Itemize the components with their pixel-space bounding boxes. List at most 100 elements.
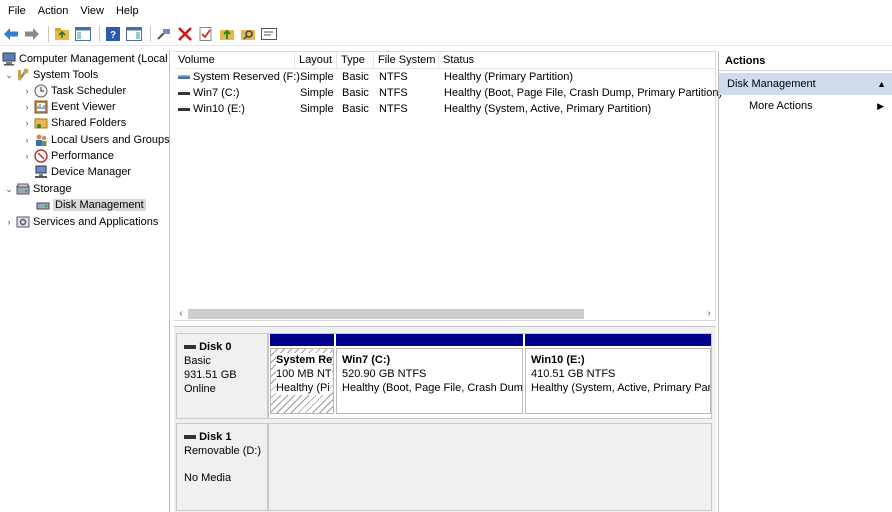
tree-item-local-users-groups[interactable]: › Local Users and Groups	[22, 132, 170, 148]
more-actions-label: More Actions	[749, 100, 813, 112]
partition-system-reserved[interactable]: System Re 100 MB NT Healthy (Pi	[270, 334, 334, 414]
chevron-right-icon[interactable]: ›	[22, 151, 32, 161]
chevron-right-icon[interactable]: ›	[22, 118, 32, 128]
table-row[interactable]: System Reserved (F:) Simple Basic NTFS H…	[174, 69, 716, 85]
disk-0-label[interactable]: Disk 0 Basic 931.51 GB Online	[176, 333, 268, 419]
chevron-right-icon[interactable]: ›	[4, 217, 14, 227]
event-viewer-icon	[34, 100, 48, 114]
collapse-up-icon[interactable]: ▲	[877, 73, 886, 95]
table-row[interactable]: Win7 (C:) Simple Basic NTFS Healthy (Boo…	[174, 85, 722, 101]
computer-icon	[2, 52, 16, 66]
column-header-layout[interactable]: Layout	[295, 52, 337, 69]
tree-item-label: System Tools	[33, 69, 99, 81]
volume-status: Healthy (System, Active, Primary Partiti…	[444, 103, 652, 115]
tree-item-performance[interactable]: › Performance	[22, 148, 114, 164]
menu-action[interactable]: Action	[32, 0, 75, 22]
horizontal-scrollbar[interactable]: ‹ ›	[174, 305, 716, 322]
tree-item-label: Device Manager	[51, 166, 132, 178]
tree-item-label: Local Users and Groups	[51, 134, 170, 146]
tree-item-shared-folders[interactable]: › Shared Folders	[22, 115, 127, 131]
disk-size: 931.51 GB	[184, 369, 237, 381]
partition-size: 520.90 GB NTFS	[342, 368, 427, 380]
partition-box[interactable]: Win7 (C:) 520.90 GB NTFS Healthy (Boot, …	[336, 348, 523, 414]
disk-graphical-view: Disk 0 Basic 931.51 GB Online System Re …	[174, 326, 716, 512]
volume-icon	[178, 101, 190, 117]
table-row[interactable]: Win10 (E:) Simple Basic NTFS Healthy (Sy…	[174, 101, 716, 117]
tree-item-label: Disk Management	[53, 199, 146, 211]
tree-item-services-applications[interactable]: › Services and Applications	[4, 214, 159, 230]
disk-name: Disk 0	[199, 341, 232, 353]
disk-icon	[184, 341, 196, 353]
volume-layout: Simple	[300, 87, 334, 99]
scrollbar-thumb[interactable]	[188, 308, 584, 319]
tree-item-device-manager[interactable]: Device Manager	[34, 164, 131, 180]
chevron-right-icon[interactable]: ›	[22, 135, 32, 145]
volume-type: Basic	[342, 71, 369, 83]
delete-icon[interactable]	[176, 25, 194, 43]
clock-icon	[34, 84, 48, 98]
forward-arrow-icon[interactable]	[23, 25, 41, 43]
disk-type: Removable (D:)	[184, 445, 262, 457]
connect-icon[interactable]	[155, 25, 173, 43]
volume-name: Win10 (E:)	[193, 103, 245, 115]
tree-item-label: Task Scheduler	[51, 85, 127, 97]
partition-box[interactable]: System Re 100 MB NT Healthy (Pi	[270, 348, 334, 414]
volume-list-header: Volume Layout Type File System Status	[174, 52, 716, 69]
volume-file-system: NTFS	[379, 103, 408, 115]
disk-1-area[interactable]	[268, 423, 712, 511]
show-hide-tree-icon[interactable]	[74, 25, 92, 43]
volume-file-system: NTFS	[379, 87, 408, 99]
disk-type: Basic	[184, 355, 211, 367]
properties-check-icon[interactable]	[197, 25, 215, 43]
chevron-right-icon[interactable]: ›	[22, 102, 32, 112]
tree-item-computer-management[interactable]: Computer Management (Local	[2, 51, 168, 67]
column-header-volume[interactable]: Volume	[174, 52, 295, 69]
submenu-arrow-icon: ▶	[877, 101, 884, 111]
disk-state: Online	[184, 383, 216, 395]
help-icon[interactable]: ?	[104, 25, 122, 43]
actions-pane: Actions Disk Management ▲ More Actions ▶	[718, 51, 892, 512]
scroll-right-icon[interactable]: ›	[702, 308, 716, 319]
volume-file-system: NTFS	[379, 71, 408, 83]
volume-name: System Reserved (F:)	[193, 71, 300, 83]
show-hide-action-pane-icon[interactable]	[125, 25, 143, 43]
partition-win10[interactable]: Win10 (E:) 410.51 GB NTFS Healthy (Syste…	[525, 334, 711, 414]
tree-item-storage[interactable]: ⌄ Storage	[4, 181, 72, 197]
search-folder-icon[interactable]	[239, 25, 257, 43]
scroll-left-icon[interactable]: ‹	[174, 308, 188, 319]
chevron-down-icon[interactable]: ⌄	[4, 184, 14, 195]
menu-view[interactable]: View	[74, 0, 110, 22]
partition-win7[interactable]: Win7 (C:) 520.90 GB NTFS Healthy (Boot, …	[336, 334, 523, 414]
actions-section-disk-management[interactable]: Disk Management ▲	[719, 73, 892, 95]
disk-management-icon	[36, 198, 50, 212]
services-icon	[16, 215, 30, 229]
column-header-status[interactable]: Status	[439, 52, 716, 69]
tree-item-label: Computer Management (Local	[19, 53, 168, 65]
chevron-right-icon[interactable]: ›	[22, 86, 32, 96]
tree-item-system-tools[interactable]: ⌄ System Tools	[4, 67, 98, 83]
menu-help[interactable]: Help	[110, 0, 145, 22]
tree-item-event-viewer[interactable]: › Event Viewer	[22, 99, 116, 115]
performance-icon	[34, 149, 48, 163]
disk-0-partitions: System Re 100 MB NT Healthy (Pi Win7 (C:…	[268, 333, 712, 419]
disk-1-label[interactable]: Disk 1 Removable (D:) No Media	[176, 423, 268, 511]
tree-item-disk-management[interactable]: Disk Management	[36, 197, 146, 213]
partition-box[interactable]: Win10 (E:) 410.51 GB NTFS Healthy (Syste…	[525, 348, 711, 414]
partition-size: 100 MB NT	[276, 367, 332, 381]
toolbar-separator	[150, 25, 151, 42]
column-header-type[interactable]: Type	[337, 52, 374, 69]
tree-item-task-scheduler[interactable]: › Task Scheduler	[22, 83, 126, 99]
back-arrow-icon[interactable]	[2, 25, 20, 43]
console-view-icon[interactable]	[260, 25, 278, 43]
tree-item-label: Storage	[33, 183, 72, 195]
users-icon	[34, 133, 48, 147]
column-header-file-system[interactable]: File System	[374, 52, 439, 69]
up-folder-icon[interactable]	[53, 25, 71, 43]
tools-icon	[16, 68, 30, 82]
chevron-down-icon[interactable]: ⌄	[4, 70, 14, 81]
up-arrow-icon[interactable]	[218, 25, 236, 43]
menu-file[interactable]: File	[2, 0, 32, 22]
more-actions-item[interactable]: More Actions ▶	[719, 95, 892, 117]
scrollbar-track[interactable]	[188, 308, 702, 320]
